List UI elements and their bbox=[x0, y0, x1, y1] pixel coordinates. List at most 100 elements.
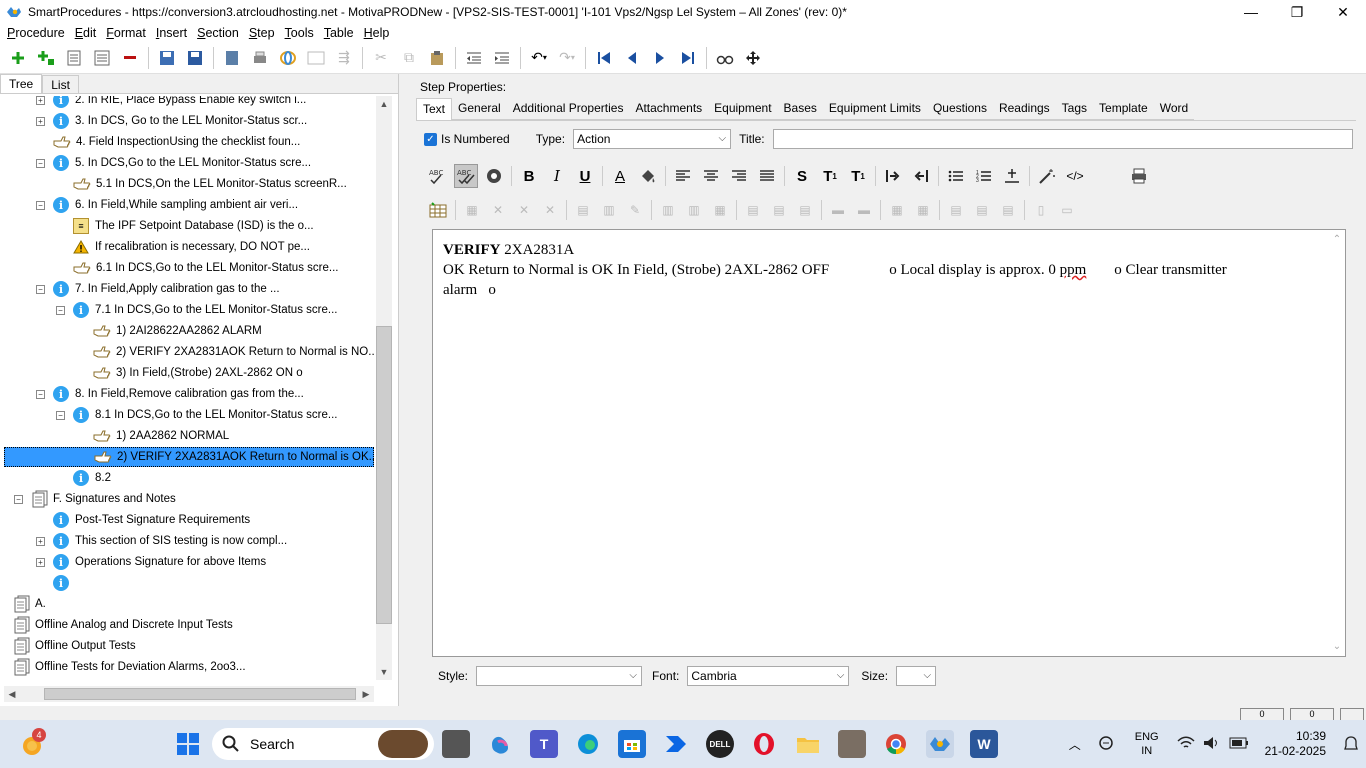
tree-item[interactable]: 3) In Field,(Strobe) 2AXL-2862 ON o bbox=[76, 363, 303, 383]
file-explorer-icon[interactable] bbox=[794, 730, 822, 758]
style-select[interactable]: ⌵ bbox=[476, 666, 643, 686]
undo-icon[interactable]: ↶ ▾ bbox=[528, 47, 550, 69]
tree-item[interactable]: − i 6. In Field,While sampling ambient air… bbox=[36, 195, 298, 215]
is-numbered-checkbox[interactable]: ✓ bbox=[424, 132, 437, 146]
print-icon[interactable] bbox=[249, 47, 271, 69]
tree-item[interactable]: Offline Tests for Deviation Alarms, 2oo3… bbox=[4, 657, 246, 677]
collapse-icon[interactable]: − bbox=[56, 410, 65, 420]
tree-item[interactable]: 1) 2AA2862 NORMAL bbox=[76, 426, 229, 446]
list-detail-icon[interactable] bbox=[91, 47, 113, 69]
tree-item[interactable]: 2) VERIFY 2XA2831AOK Return to Normal is… bbox=[4, 447, 374, 467]
add-icon[interactable] bbox=[7, 47, 29, 69]
cell-style-icon[interactable]: ✎ bbox=[624, 198, 646, 222]
valign-top-icon[interactable]: ▤ bbox=[945, 198, 967, 222]
bold-icon[interactable]: B bbox=[517, 164, 541, 188]
tree-item[interactable]: + i 2. In RIE, Place Bypass Enable key swi… bbox=[36, 96, 306, 110]
tree-item[interactable]: ≡ The IPF Setpoint Database (ISD) is the … bbox=[56, 216, 314, 236]
font-select[interactable]: Cambria ⌵ bbox=[687, 666, 850, 686]
horizontal-rule-icon[interactable] bbox=[1000, 164, 1024, 188]
menu-item-edit[interactable]: Edit bbox=[70, 26, 102, 40]
tree-item[interactable]: − i 5. In DCS,Go to the LEL Monitor-Status… bbox=[36, 153, 311, 173]
tree-item[interactable]: 4. Field InspectionUsing the checklist f… bbox=[36, 132, 300, 152]
expand-icon[interactable]: + bbox=[36, 557, 45, 567]
find-icon[interactable] bbox=[714, 47, 736, 69]
outdent-icon[interactable] bbox=[463, 47, 485, 69]
autospellcheck-icon[interactable]: ABC bbox=[454, 164, 478, 188]
tab-equipment-limits[interactable]: Equipment Limits bbox=[822, 98, 927, 120]
numbered-list-icon[interactable]: 123 bbox=[972, 164, 996, 188]
tree-item[interactable]: i bbox=[36, 573, 75, 593]
delete-cell-icon[interactable]: ✕ bbox=[487, 198, 509, 222]
first-icon[interactable] bbox=[593, 47, 615, 69]
task-view-icon[interactable] bbox=[442, 730, 470, 758]
clock[interactable]: 10:39 21-02-2025 bbox=[1265, 729, 1326, 759]
collapse-icon[interactable]: − bbox=[56, 305, 65, 315]
align-left-icon[interactable] bbox=[671, 164, 695, 188]
row-height-icon[interactable]: ▭ bbox=[1056, 198, 1078, 222]
list-icon[interactable] bbox=[63, 47, 85, 69]
underline-icon[interactable]: U bbox=[573, 164, 597, 188]
tree-vertical-scrollbar[interactable]: ▲ ▼ bbox=[376, 96, 392, 680]
tree-item[interactable]: 2) VERIFY 2XA2831AOK Return to Normal is… bbox=[76, 342, 374, 362]
scroll-up-icon[interactable]: ▲ bbox=[376, 96, 392, 112]
italic-icon[interactable]: I bbox=[545, 164, 569, 188]
delete-row-icon[interactable]: ✕ bbox=[513, 198, 535, 222]
delete-column-icon[interactable]: ✕ bbox=[539, 198, 561, 222]
redo-all-icon[interactable]: ⇶ bbox=[333, 47, 355, 69]
html-source-icon[interactable]: </> bbox=[1063, 164, 1087, 188]
insert-col-right-icon[interactable]: ▥ bbox=[683, 198, 705, 222]
volume-icon[interactable] bbox=[1203, 736, 1221, 753]
tree-item[interactable]: If recalibration is necessary, DO NOT pe… bbox=[56, 237, 310, 257]
border-all-icon[interactable]: ▦ bbox=[886, 198, 908, 222]
scroll-right-icon[interactable]: ▶ bbox=[358, 686, 374, 702]
collapse-icon[interactable]: − bbox=[36, 284, 45, 294]
panel-splitter[interactable] bbox=[398, 74, 406, 706]
word-icon[interactable]: W bbox=[970, 730, 998, 758]
tab-bases[interactable]: Bases bbox=[777, 98, 823, 120]
copy-icon[interactable]: ⧉ bbox=[398, 47, 420, 69]
copilot-icon[interactable] bbox=[486, 730, 514, 758]
print-preview-icon[interactable] bbox=[1127, 164, 1151, 188]
align-right-icon[interactable] bbox=[727, 164, 751, 188]
tree-item[interactable]: − i 7. In Field,Apply calibration gas to t… bbox=[36, 279, 280, 299]
type-select[interactable]: Action ⌵ bbox=[573, 129, 732, 149]
tab-list[interactable]: List bbox=[42, 75, 79, 93]
expand-icon[interactable]: + bbox=[36, 96, 45, 105]
language-indicator[interactable]: ENG IN bbox=[1135, 730, 1159, 758]
cell-edit-icon[interactable]: ▥ bbox=[598, 198, 620, 222]
bullet-list-icon[interactable] bbox=[944, 164, 968, 188]
strikethrough-icon[interactable]: S bbox=[790, 164, 814, 188]
cut-icon[interactable]: ✂ bbox=[370, 47, 392, 69]
teams-icon[interactable]: T bbox=[530, 730, 558, 758]
remove-icon[interactable] bbox=[119, 47, 141, 69]
spellcheck-icon[interactable]: ABC bbox=[426, 164, 450, 188]
tree-item[interactable]: Offline Output Tests bbox=[4, 636, 136, 656]
tree-item[interactable]: i Post-Test Signature Requirements bbox=[36, 510, 250, 530]
symbol-icon[interactable] bbox=[482, 164, 506, 188]
tree-item[interactable]: 1) 2AI28622AA2862 ALARM bbox=[76, 321, 262, 341]
previous-icon[interactable] bbox=[621, 47, 643, 69]
increase-indent-icon[interactable] bbox=[881, 164, 905, 188]
cell-props-icon[interactable]: ▤ bbox=[572, 198, 594, 222]
paste-icon[interactable] bbox=[426, 47, 448, 69]
wifi-icon[interactable] bbox=[1177, 736, 1195, 753]
dell-icon[interactable]: DELL bbox=[706, 730, 734, 758]
menu-item-insert[interactable]: Insert bbox=[151, 26, 192, 40]
superscript-icon[interactable]: T1 bbox=[818, 164, 842, 188]
tree-item[interactable]: + i This section of SIS testing is now com… bbox=[36, 531, 287, 551]
title-input[interactable] bbox=[772, 129, 1353, 149]
collapse-icon[interactable]: − bbox=[36, 389, 45, 399]
link-icon[interactable] bbox=[277, 47, 299, 69]
menu-item-format[interactable]: Format bbox=[101, 26, 151, 40]
decrease-indent-icon[interactable] bbox=[909, 164, 933, 188]
tree-item[interactable]: Offline Analog and Discrete Input Tests bbox=[4, 615, 233, 635]
tab-tree[interactable]: Tree bbox=[0, 74, 43, 93]
tree-item[interactable]: − i 8.1 In DCS,Go to the LEL Monitor-Statu… bbox=[56, 405, 337, 425]
scroll-down-icon[interactable]: ⌄ bbox=[1329, 641, 1345, 652]
frame-icon[interactable] bbox=[305, 47, 327, 69]
scroll-up-icon[interactable]: ⌃ bbox=[1329, 234, 1345, 245]
tab-equipment[interactable]: Equipment bbox=[708, 98, 778, 120]
network-status-icon[interactable] bbox=[1097, 735, 1115, 754]
power-automate-icon[interactable] bbox=[662, 730, 690, 758]
border-none-icon[interactable]: ▦ bbox=[912, 198, 934, 222]
